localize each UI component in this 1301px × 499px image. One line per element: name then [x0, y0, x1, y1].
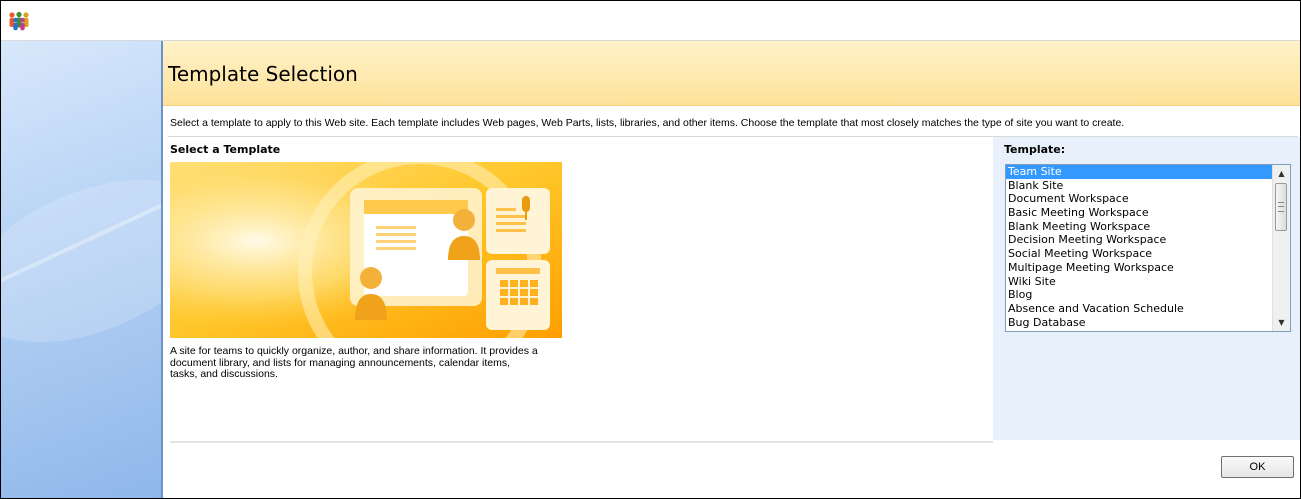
page-title: Template Selection: [168, 62, 358, 86]
scroll-up-arrow-icon[interactable]: ▲: [1273, 165, 1290, 182]
template-description: A site for teams to quickly organize, au…: [170, 345, 538, 380]
listbox-scrollbar[interactable]: ▲ ▼: [1272, 165, 1290, 331]
ok-button[interactable]: OK: [1221, 456, 1294, 478]
template-label: Template:: [1004, 143, 1066, 156]
template-option[interactable]: Multipage Meeting Workspace: [1006, 261, 1273, 275]
separator-bottom: [170, 441, 993, 443]
template-listbox[interactable]: Team Site Blank Site Document Workspace …: [1005, 164, 1291, 332]
page-description: Select a template to apply to this Web s…: [170, 117, 1125, 129]
template-option[interactable]: Bug Database: [1006, 316, 1273, 330]
template-option[interactable]: Basic Meeting Workspace: [1006, 206, 1273, 220]
template-option[interactable]: Blog: [1006, 288, 1273, 302]
top-bar: [1, 1, 1300, 41]
template-option[interactable]: Decision Meeting Workspace: [1006, 233, 1273, 247]
template-option[interactable]: Team Site: [1006, 165, 1273, 179]
select-template-heading: Select a Template: [170, 143, 281, 156]
decorative-swoosh: [1, 147, 161, 375]
pane-divider: [161, 41, 163, 498]
template-option[interactable]: Wiki Site: [1006, 275, 1273, 289]
template-preview-image: [170, 162, 562, 338]
scroll-thumb[interactable]: [1275, 183, 1287, 231]
template-option[interactable]: Absence and Vacation Schedule: [1006, 302, 1273, 316]
template-preview-illustration: [170, 162, 562, 338]
template-option[interactable]: Social Meeting Workspace: [1006, 247, 1273, 261]
scroll-down-arrow-icon[interactable]: ▼: [1273, 314, 1290, 331]
template-option[interactable]: Document Workspace: [1006, 192, 1273, 206]
template-option[interactable]: Blank Meeting Workspace: [1006, 220, 1273, 234]
template-option[interactable]: Blank Site: [1006, 179, 1273, 193]
left-navigation-pane: [1, 41, 161, 498]
sharepoint-people-icon: [9, 11, 29, 31]
